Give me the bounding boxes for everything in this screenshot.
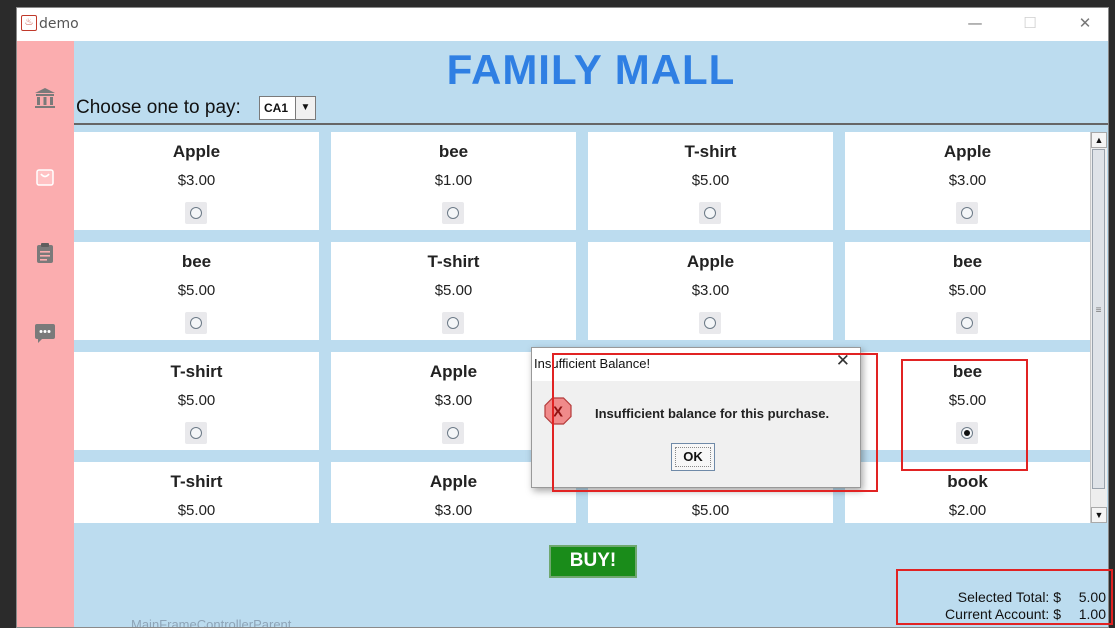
scrollbar-thumb[interactable] (1092, 149, 1105, 489)
maximize-button[interactable]: ☐ (1007, 8, 1053, 41)
product-radio[interactable] (699, 312, 721, 334)
product-price: $3.00 (177, 172, 216, 189)
chevron-down-icon[interactable]: ▼ (295, 97, 315, 119)
account-select[interactable]: CA1 ▼ (259, 96, 316, 120)
product-radio[interactable] (956, 202, 978, 224)
product-price: $5.00 (177, 282, 216, 299)
dialog-body: X Insufficient balance for this purchase… (532, 381, 860, 487)
product-card: bee $5.00 (845, 242, 1090, 340)
current-account-value: 1.00 (1078, 606, 1106, 622)
product-radio[interactable] (185, 422, 207, 444)
product-price: $3.00 (434, 502, 473, 519)
product-radio[interactable] (442, 312, 464, 334)
product-card: T-shirt $5.00 (588, 132, 833, 230)
product-price: $5.00 (948, 282, 987, 299)
product-card: T-shirt $5.00 (331, 242, 576, 340)
app-window: ♨ demo — ☐ ✕ FAMILY MALL Choose one to p… (16, 7, 1109, 628)
product-price: $2.00 (948, 502, 987, 519)
product-card: Apple $3.00 (845, 132, 1090, 230)
brand-title: FAMILY MALL (446, 46, 736, 93)
product-price: $5.00 (948, 392, 987, 409)
error-icon-glyph: X (553, 404, 563, 421)
dialog-title: Insufficient Balance! (534, 356, 651, 371)
minimize-button[interactable]: — (952, 8, 998, 41)
product-price: $5.00 (691, 172, 730, 189)
current-account-label: Current Account: $ (945, 606, 1061, 622)
insufficient-balance-dialog: Insufficient Balance! ✕ X Insufficient b… (531, 347, 861, 488)
account-select-value: CA1 (264, 101, 289, 115)
product-name: T-shirt (170, 472, 223, 491)
scroll-down-arrow-icon[interactable]: ▼ (1091, 507, 1107, 523)
selected-total-value: 5.00 (1078, 589, 1106, 605)
ok-button[interactable]: OK (671, 443, 715, 471)
product-card: bee $5.00 (74, 242, 319, 340)
current-account-row: Current Account: $ 1.00 (921, 606, 1106, 623)
product-radio[interactable] (956, 422, 978, 444)
selected-total-row: Selected Total: $ 5.00 (921, 589, 1106, 606)
product-radio[interactable] (442, 202, 464, 224)
product-card: T-shirt $5.00 (74, 462, 319, 523)
product-price: $3.00 (948, 172, 987, 189)
product-price: $5.00 (177, 392, 216, 409)
java-app-icon: ♨ (21, 15, 37, 31)
product-radio[interactable] (956, 312, 978, 334)
scroll-up-arrow-icon[interactable]: ▲ (1091, 132, 1107, 148)
product-name: T-shirt (170, 362, 223, 381)
window-title: demo (39, 16, 79, 32)
selected-total-label: Selected Total: $ (957, 589, 1061, 605)
product-radio[interactable] (185, 312, 207, 334)
product-card: bee $1.00 (331, 132, 576, 230)
product-price: $5.00 (691, 502, 730, 519)
buy-button[interactable]: BUY! (549, 545, 637, 578)
header-divider (74, 123, 1108, 125)
product-name: bee (952, 252, 983, 271)
product-radio[interactable] (185, 202, 207, 224)
dialog-message: Insufficient balance for this purchase. (595, 406, 830, 421)
pay-account-label: Choose one to pay: (76, 97, 241, 118)
sidebar (17, 41, 74, 627)
product-card: T-shirt $5.00 (74, 352, 319, 450)
header: FAMILY MALL Choose one to pay: CA1 ▼ (74, 41, 1108, 127)
product-card: Apple $3.00 (74, 132, 319, 230)
product-radio[interactable] (442, 422, 464, 444)
clipboard-icon[interactable] (33, 241, 57, 265)
product-name: T-shirt (427, 252, 480, 271)
product-name: T-shirt (684, 142, 737, 161)
product-price: $1.00 (434, 172, 473, 189)
vertical-scrollbar[interactable]: ▲ ▼ (1090, 132, 1107, 523)
dialog-close-icon[interactable]: ✕ (836, 351, 850, 371)
product-name: bee (181, 252, 212, 271)
product-name: Apple (686, 252, 735, 271)
title-bar: ♨ demo — ☐ ✕ (17, 8, 1108, 41)
product-price: $3.00 (691, 282, 730, 299)
product-name: Apple (943, 142, 992, 161)
product-price: $5.00 (177, 502, 216, 519)
totals-panel: Selected Total: $ 5.00 Current Account: … (921, 589, 1106, 623)
product-radio[interactable] (699, 202, 721, 224)
product-name: book (947, 472, 988, 491)
bank-icon[interactable] (33, 86, 57, 110)
close-window-button[interactable]: ✕ (1062, 8, 1108, 41)
product-name: bee (952, 362, 983, 381)
chat-icon[interactable] (33, 321, 57, 345)
product-card: Apple $3.00 (588, 242, 833, 340)
product-name: Apple (172, 142, 221, 161)
error-icon: X (544, 397, 572, 425)
product-card: bee $5.00 (845, 352, 1090, 450)
product-card: book $2.00 (845, 462, 1090, 523)
product-price: $5.00 (434, 282, 473, 299)
product-name: bee (438, 142, 469, 161)
shopping-bag-icon[interactable] (33, 165, 57, 189)
background-window-text: MainFrameControllerParent (131, 617, 292, 628)
